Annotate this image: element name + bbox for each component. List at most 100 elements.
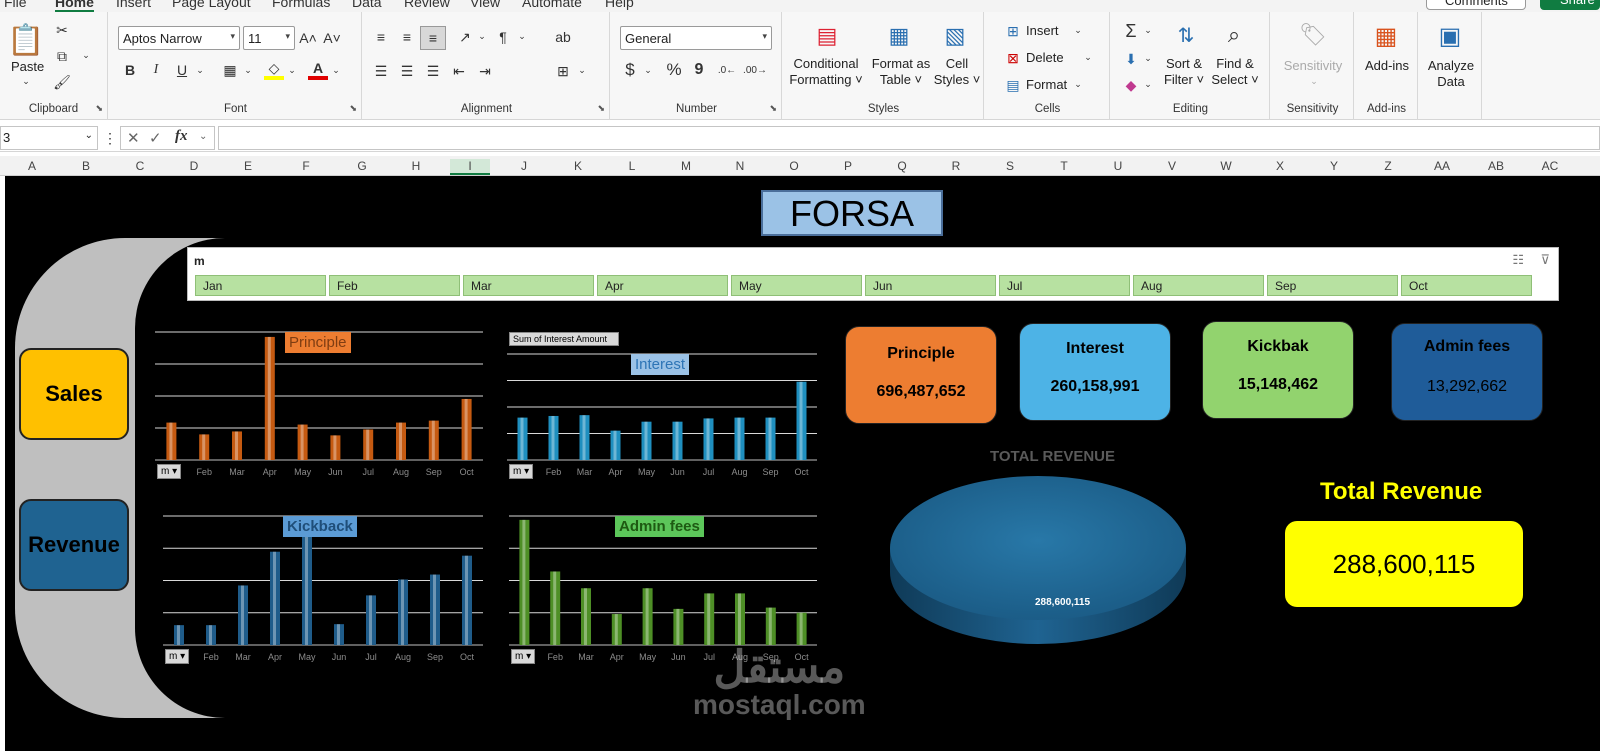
- column-header-ab[interactable]: AB: [1476, 159, 1516, 173]
- clear-filter-icon[interactable]: ⊽: [1540, 252, 1550, 268]
- analyze-data-icon[interactable]: ▣: [1434, 20, 1466, 52]
- align-bottom-icon[interactable]: ≡: [420, 26, 446, 50]
- slicer-item-mar[interactable]: Mar: [463, 275, 594, 296]
- increase-decimal-icon[interactable]: .0←: [716, 60, 738, 80]
- column-header-m[interactable]: M: [666, 159, 706, 173]
- column-header-ac[interactable]: AC: [1530, 159, 1570, 173]
- merge-center-icon[interactable]: ⊞: [552, 60, 574, 82]
- column-header-n[interactable]: N: [720, 159, 760, 173]
- slicer-item-apr[interactable]: Apr: [597, 275, 728, 296]
- paste-icon[interactable]: 📋: [7, 20, 44, 60]
- column-header-r[interactable]: R: [936, 159, 976, 173]
- borders-icon[interactable]: ▦: [220, 60, 240, 80]
- sort-filter-button[interactable]: Sort & Filter ˅: [1158, 56, 1210, 88]
- chevron-down-icon[interactable]: ⌄: [1142, 22, 1154, 38]
- name-box[interactable]: 3 ⌄: [0, 126, 98, 150]
- chevron-down-icon[interactable]: ⌄: [1142, 76, 1154, 92]
- dialog-launcher-icon[interactable]: ⬊: [95, 103, 103, 114]
- chart-filter-button[interactable]: m ▾: [509, 464, 534, 479]
- chevron-down-icon[interactable]: ⌄: [80, 48, 92, 62]
- paste-button[interactable]: Paste: [11, 59, 44, 74]
- sort-filter-icon[interactable]: ⇅: [1170, 20, 1202, 50]
- column-header-aa[interactable]: AA: [1422, 159, 1462, 173]
- text-direction-icon[interactable]: ¶: [492, 26, 514, 48]
- font-name-combo[interactable]: Aptos Narrow ▾: [118, 26, 240, 50]
- column-header-w[interactable]: W: [1206, 159, 1246, 173]
- revenue-button[interactable]: Revenue: [19, 499, 129, 591]
- autosum-icon[interactable]: Σ: [1120, 20, 1142, 42]
- column-header-h[interactable]: H: [396, 159, 436, 173]
- column-header-e[interactable]: E: [228, 159, 268, 173]
- clear-icon[interactable]: ◆: [1120, 74, 1142, 96]
- addins-button[interactable]: Add-ins: [1356, 58, 1418, 74]
- chevron-down-icon[interactable]: ⌄: [1072, 76, 1084, 92]
- slicer-item-feb[interactable]: Feb: [329, 275, 460, 296]
- chevron-down-icon[interactable]: ⌄: [199, 131, 207, 142]
- percent-button[interactable]: %: [664, 60, 684, 80]
- chevron-down-icon[interactable]: ⌄: [1082, 49, 1094, 65]
- menu-help[interactable]: Help: [605, 0, 634, 10]
- slicer-item-oct[interactable]: Oct: [1401, 275, 1532, 296]
- slicer-item-jun[interactable]: Jun: [865, 275, 996, 296]
- chevron-down-icon[interactable]: ⌄: [330, 62, 342, 78]
- chart-filter-button[interactable]: m ▾: [157, 464, 182, 479]
- chevron-down-icon[interactable]: ⌄: [516, 28, 528, 44]
- slicer-item-sep[interactable]: Sep: [1267, 275, 1398, 296]
- copy-icon[interactable]: ⧉: [52, 46, 72, 66]
- menu-insert[interactable]: Insert: [116, 0, 151, 10]
- column-header-b[interactable]: B: [66, 159, 106, 173]
- chevron-down-icon[interactable]: ⌄: [286, 62, 298, 78]
- delete-button[interactable]: Delete: [1026, 50, 1064, 65]
- pivot-field-button[interactable]: Sum of Interest Amount: [509, 332, 619, 346]
- find-select-button[interactable]: Find & Select ˅: [1208, 56, 1262, 88]
- currency-button[interactable]: $: [620, 60, 640, 80]
- menu-automate[interactable]: Automate: [522, 0, 582, 10]
- menu-review[interactable]: Review: [404, 0, 450, 10]
- insert-button[interactable]: Insert: [1026, 23, 1059, 38]
- chevron-down-icon[interactable]: ⌄: [1072, 22, 1084, 38]
- font-color-icon[interactable]: A: [308, 60, 328, 80]
- font-size-combo[interactable]: 11 ▾: [243, 26, 295, 50]
- column-header-p[interactable]: P: [828, 159, 868, 173]
- column-header-f[interactable]: F: [286, 159, 326, 173]
- sales-button[interactable]: Sales: [19, 348, 129, 440]
- comma-button[interactable]: 9: [690, 60, 708, 80]
- menu-home[interactable]: Home: [55, 0, 94, 12]
- chevron-down-icon[interactable]: ⌄: [642, 62, 654, 78]
- column-header-d[interactable]: D: [174, 159, 214, 173]
- slicer-item-aug[interactable]: Aug: [1133, 275, 1264, 296]
- cell-styles-icon[interactable]: ▧: [940, 22, 970, 50]
- multi-select-icon[interactable]: ☷: [1512, 252, 1524, 268]
- insert-cells-icon[interactable]: ⊞: [1004, 22, 1022, 40]
- format-button[interactable]: Format: [1026, 77, 1067, 92]
- column-header-i[interactable]: I: [450, 159, 490, 175]
- find-select-icon[interactable]: ⌕: [1218, 20, 1250, 50]
- conditional-formatting-button[interactable]: Conditional Formatting ˅: [784, 56, 868, 88]
- conditional-formatting-icon[interactable]: ▤: [812, 22, 842, 50]
- align-left-icon[interactable]: ☰: [370, 60, 392, 82]
- column-header-c[interactable]: C: [120, 159, 160, 173]
- comments-button[interactable]: Comments: [1426, 0, 1526, 10]
- enter-icon[interactable]: ✓: [149, 129, 162, 147]
- chart-filter-button[interactable]: m ▾: [165, 649, 190, 664]
- chevron-down-icon[interactable]: ⌄: [20, 75, 32, 87]
- menu-formulas[interactable]: Formulas: [272, 0, 330, 10]
- decrease-font-icon[interactable]: A˅: [322, 28, 342, 48]
- column-header-u[interactable]: U: [1098, 159, 1138, 173]
- align-top-icon[interactable]: ≡: [370, 26, 392, 48]
- decrease-decimal-icon[interactable]: .00→: [743, 60, 767, 80]
- slicer-item-may[interactable]: May: [731, 275, 862, 296]
- wrap-text-icon[interactable]: ab: [552, 26, 574, 48]
- formula-input[interactable]: [218, 126, 1600, 150]
- format-as-table-icon[interactable]: ▦: [884, 22, 914, 50]
- orientation-icon[interactable]: ↗: [454, 26, 476, 48]
- more-options-icon[interactable]: ⋮: [103, 128, 117, 148]
- italic-button[interactable]: I: [146, 60, 166, 80]
- align-center-icon[interactable]: ☰: [396, 60, 418, 82]
- chevron-down-icon[interactable]: ⌄: [242, 62, 254, 78]
- chart-filter-button[interactable]: m ▾: [511, 649, 536, 664]
- format-cells-icon[interactable]: ▤: [1004, 76, 1022, 94]
- increase-font-icon[interactable]: A˄: [298, 28, 318, 48]
- number-format-combo[interactable]: General ▾: [620, 26, 772, 50]
- menu-page-layout[interactable]: Page Layout: [172, 0, 251, 10]
